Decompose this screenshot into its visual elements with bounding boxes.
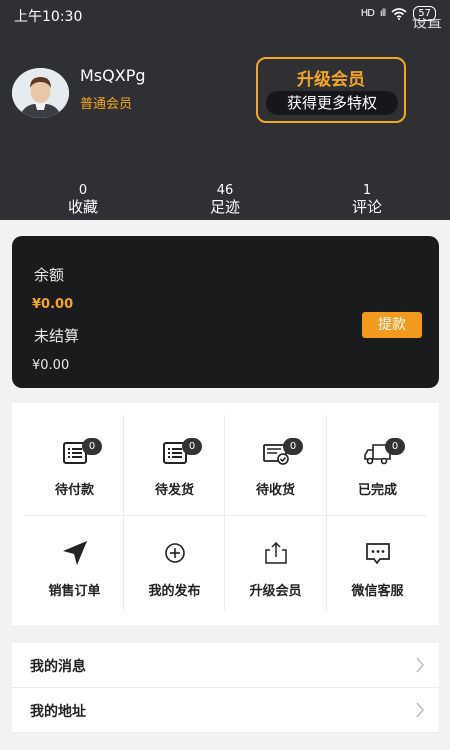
count-badge: 0: [182, 438, 202, 455]
chevron-right-icon: [416, 702, 424, 718]
navigation-arrow-icon: [63, 541, 87, 565]
withdraw-button[interactable]: 提款: [362, 312, 422, 338]
balance-value: ¥0.00: [32, 297, 74, 312]
menu-item-label: 我的地址: [30, 704, 86, 720]
upgrade-subtitle: 获得更多特权: [266, 91, 398, 115]
menu-label: 微信客服: [351, 584, 404, 599]
upgrade-title: 升级会员: [297, 70, 365, 90]
plus-circle-icon: [165, 543, 185, 563]
upgrade-member-banner[interactable]: 升级会员 获得更多特权: [256, 57, 406, 123]
order-label: 待发货: [154, 483, 194, 498]
wechat-support[interactable]: 微信客服: [327, 516, 428, 612]
stat-value: 0: [78, 183, 88, 198]
stat-value: 1: [362, 183, 372, 198]
order-label: 待付款: [54, 483, 94, 498]
unsettled-value: ¥0.00: [32, 358, 70, 373]
balance-card: 余额 ¥0.00 未结算 ¥0.00 提款: [12, 236, 439, 388]
status-time: 上午10:30: [14, 9, 83, 25]
order-label: 已完成: [357, 483, 397, 498]
stat-footprints[interactable]: 46 足迹: [190, 183, 260, 217]
signal-icon: ıll: [379, 8, 386, 19]
order-pending-receipt[interactable]: 0 待收货: [225, 415, 326, 511]
order-completed[interactable]: 0 已完成: [327, 415, 428, 511]
chevron-right-icon: [416, 657, 424, 673]
sales-orders[interactable]: 销售订单: [24, 516, 125, 612]
username: MsQXPg: [80, 66, 146, 85]
stat-label: 收藏: [67, 198, 98, 216]
unsettled-label: 未结算: [34, 327, 80, 345]
network-type-icon: HD: [360, 8, 375, 19]
stat-label: 足迹: [209, 198, 240, 216]
avatar[interactable]: [12, 68, 69, 118]
order-label: 待收货: [255, 483, 295, 498]
menu-label: 升级会员: [249, 584, 302, 599]
wifi-icon: [391, 7, 407, 20]
count-badge: 0: [283, 438, 303, 455]
upgrade-membership[interactable]: 升级会员: [225, 516, 326, 612]
menu-item-label: 我的消息: [30, 659, 86, 675]
stat-favorites[interactable]: 0 收藏: [48, 183, 118, 217]
order-pending-payment[interactable]: 0 待付款: [24, 415, 125, 511]
balance-label: 余额: [34, 266, 65, 284]
stat-value: 46: [216, 183, 234, 198]
settings-button[interactable]: 设置: [412, 18, 442, 32]
stat-comments[interactable]: 1 评论: [332, 183, 402, 217]
status-bar: 上午10:30 HD ıll 57: [0, 0, 450, 30]
order-pending-shipment[interactable]: 0 待发货: [124, 415, 225, 511]
count-badge: 0: [385, 438, 405, 455]
menu-label: 销售订单: [48, 584, 101, 599]
member-level: 普通会员: [80, 97, 133, 112]
order-grid: 0 待付款 0 待发货 0 待收货 0 已完成 销售订单 我的发布 升级会员 微…: [12, 403, 439, 625]
menu-label: 我的发布: [148, 584, 201, 599]
menu-item-address[interactable]: 我的地址: [12, 688, 439, 733]
profile-header: 上午10:30 HD ıll 57 设置 MsQXPg 普通会员 升级会员 获得…: [0, 0, 450, 220]
menu-item-messages[interactable]: 我的消息: [12, 643, 439, 688]
stat-label: 评论: [351, 198, 382, 216]
upload-icon: [265, 541, 287, 564]
menu-list: 我的消息 我的地址: [12, 643, 439, 733]
avatar-image: [12, 68, 69, 118]
count-badge: 0: [82, 438, 102, 455]
my-posts[interactable]: 我的发布: [124, 516, 225, 612]
chat-icon: [366, 543, 390, 565]
